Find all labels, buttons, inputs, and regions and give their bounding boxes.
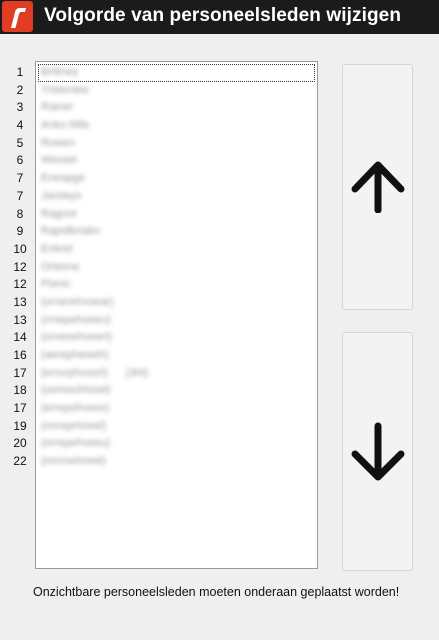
list-item[interactable]: (aerepheweh)	[38, 347, 315, 365]
move-down-button[interactable]	[342, 332, 413, 571]
staff-name: Brittney	[41, 66, 79, 78]
order-number: 13	[13, 312, 27, 327]
list-item[interactable]: (errurphvoorl) (3ht)	[38, 365, 315, 383]
list-item[interactable]: (errepohveov)	[38, 400, 315, 418]
order-number: 17	[13, 401, 27, 416]
staff-name: (orveoehveerl)	[41, 331, 112, 344]
order-number: 5	[16, 135, 24, 150]
staff-name: (aerepheweh)	[41, 349, 109, 361]
list-item[interactable]: Jamleys	[38, 188, 315, 206]
staff-name: Rapidbriabn	[41, 225, 101, 238]
list-item[interactable]: Rowen	[38, 135, 315, 153]
staff-name: (omrnehrewl)	[41, 455, 106, 468]
list-item[interactable]: Tristenlee	[38, 82, 315, 100]
list-item[interactable]: (nnreprhrewl)	[38, 418, 315, 436]
order-number: 7	[16, 188, 24, 203]
order-number: 3	[16, 100, 24, 115]
staff-name: (ornerehvoear)	[41, 295, 114, 308]
list-item[interactable]: Enkret	[38, 241, 315, 259]
staff-name: Jamleys	[41, 189, 82, 202]
list-item[interactable]: (omrnehrewl)	[38, 453, 315, 471]
order-number-column: 1 2 3 4 5 6 7 7 8 9 10 12 12 13 13 14 16 17 18 17 19 20 22	[8, 64, 32, 471]
staff-name: Eneapge	[41, 172, 86, 185]
invisible-staff-note: Onzichtbare personeelsleden moeten onder…	[33, 585, 400, 599]
list-item[interactable]: Ragnnt	[38, 206, 315, 224]
list-item[interactable]: (orrepehveeu)	[38, 435, 315, 453]
staff-name: (errepohveov)	[41, 402, 110, 415]
staff-name: Tristenlee	[41, 83, 89, 96]
list-item[interactable]: Pianic	[38, 276, 315, 294]
order-number: 6	[16, 153, 24, 168]
list-item[interactable]: (orveoehveerl)	[38, 329, 315, 347]
list-item[interactable]: (rrnepehoeeu)	[38, 312, 315, 330]
list-item[interactable]: Wessel	[38, 152, 315, 170]
staff-listbox[interactable]: Brittney Tristenlee Rainer Anko Mile Rowen We…	[35, 61, 318, 569]
order-number: 9	[16, 224, 24, 239]
order-number: 17	[13, 365, 27, 380]
order-number: 8	[16, 206, 24, 221]
order-number: 20	[13, 436, 27, 451]
staff-name: Rowen	[41, 136, 76, 149]
staff-name: (orrepehveeu)	[41, 437, 111, 450]
list-item[interactable]: (oomouhhowl)	[38, 382, 315, 400]
list-item[interactable]: Anko Mile	[38, 117, 315, 135]
staff-name: (rrnepehoeeu)	[41, 313, 111, 326]
order-number: 18	[13, 383, 27, 398]
staff-name: (nnreprhrewl)	[41, 419, 107, 432]
staff-name: (oomouhhowl)	[41, 384, 111, 397]
order-number: 12	[13, 259, 27, 274]
order-number: 1	[16, 65, 24, 79]
staff-name: Pianic	[41, 278, 71, 291]
list-item[interactable]: Eneapge	[38, 170, 315, 188]
window-title: Volgorde van personeelsleden wijzigen	[44, 5, 402, 26]
order-number: 10	[13, 241, 27, 256]
order-number: 22	[13, 454, 27, 469]
staff-name: (errurphvoorl)	[41, 366, 108, 379]
arrow-up-icon	[351, 161, 404, 213]
list-item[interactable]: (ornerehvoear)	[38, 294, 315, 312]
move-up-button[interactable]	[342, 64, 413, 310]
list-item[interactable]: Brittney	[38, 64, 315, 82]
app-logo-icon	[2, 1, 33, 32]
staff-extra-info: (3ht)	[125, 366, 149, 379]
order-number: 7	[16, 171, 24, 186]
staff-name: Ragnnt	[41, 207, 77, 220]
staff-name: Orlesne	[41, 260, 80, 273]
arrow-down-icon	[351, 422, 404, 480]
order-number: 12	[13, 277, 27, 292]
order-number: 13	[13, 294, 27, 309]
list-item[interactable]: Rapidbriabn	[38, 223, 315, 241]
order-number: 16	[13, 348, 27, 362]
order-number: 19	[13, 418, 27, 433]
staff-name: Wessel	[41, 154, 77, 167]
staff-name: Rainer	[41, 101, 74, 114]
staff-name: Anko Mile	[41, 119, 90, 132]
list-item[interactable]: Orlesne	[38, 259, 315, 277]
order-number: 14	[13, 330, 27, 345]
title-bar: Volgorde van personeelsleden wijzigen	[0, 0, 439, 34]
order-number: 4	[16, 118, 24, 133]
order-number: 2	[16, 82, 24, 97]
list-item[interactable]: Rainer	[38, 99, 315, 117]
staff-name: Enkret	[41, 242, 73, 255]
